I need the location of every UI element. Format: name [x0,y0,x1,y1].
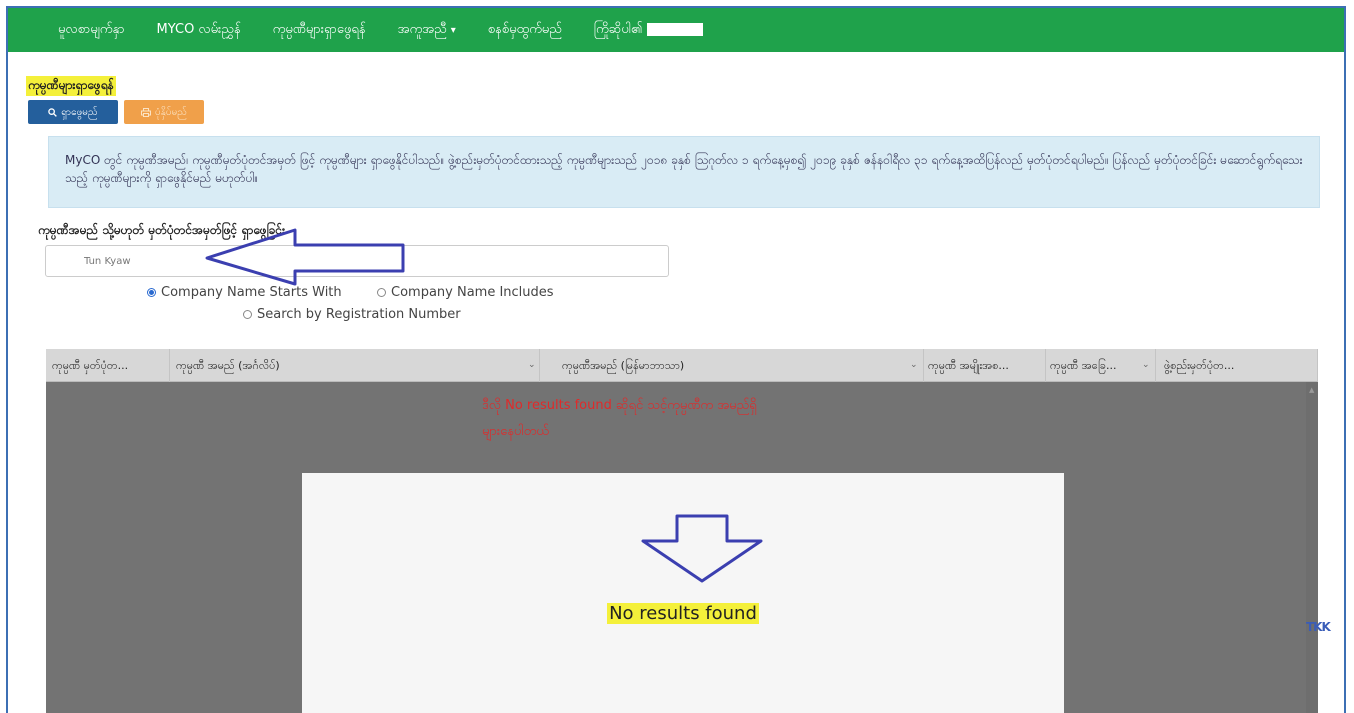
radio-option-starts-with[interactable]: Company Name Starts With [147,285,342,300]
side-watermark-text: TKK [1306,620,1331,634]
annotation-arrow-left-icon [205,228,405,286]
radio-label-registration-number: Search by Registration Number [257,307,461,322]
search-button[interactable]: ရှာဖွေမည် [28,100,118,124]
column-header-name-english[interactable]: ကုမ္ပဏီ အမည် (အင်္ဂလိပ်) [170,349,540,382]
nav-company-search[interactable]: ကုမ္ပဏီများရှာဖွေရန် [273,21,366,40]
annotation-line-2: များနေပါတယ် [482,424,549,439]
print-button-label: ပုံနှိပ်မည် [155,106,187,118]
scroll-up-icon[interactable]: ▲ [1309,386,1314,394]
annotation-line-1: ဒီလို No results found ဆိုရင် သင့်ကုမ္ပဏ… [482,398,757,413]
nav-help-label: အကူအညီ [397,21,447,37]
top-navbar: မူလစာမျက်နှာ MYCO လမ်းညွှန် ကုမ္ပဏီများရ… [8,8,1344,52]
radio-button[interactable] [243,310,252,319]
chevron-down-icon[interactable]: ⌄ [528,349,536,382]
info-alert: MyCO တွင် ကုမ္ပဏီအမည်၊ ကုမ္ပဏီမှတ်ပုံတင်… [48,136,1320,208]
search-icon [48,107,58,117]
nav-welcome-label: ကြိုဆိုပါ၏ [593,21,643,37]
chevron-down-icon[interactable]: ⌄ [910,349,918,382]
column-header-company-status[interactable]: ကုမ္ပဏီ အခြေ... [1046,349,1156,382]
nav-welcome[interactable]: ကြိုဆိုပါ၏ [594,21,703,40]
search-button-label: ရှာဖွေမည် [61,106,98,118]
nav-home[interactable]: မူလစာမျက်နှာ [58,21,125,40]
radio-label-includes: Company Name Includes [391,285,554,300]
nav-help[interactable]: အကူအညီ ▾ [398,21,456,40]
radio-button[interactable] [377,288,386,297]
radio-label-starts-with: Company Name Starts With [161,285,342,300]
no-results-message: No results found [302,603,1064,624]
info-text: MyCO တွင် ကုမ္ပဏီအမည်၊ ကုမ္ပဏီမှတ်ပုံတင်… [65,153,1303,185]
radio-option-registration-number[interactable]: Search by Registration Number [243,307,461,322]
page-title: ကုမ္ပဏီများရှာဖွေရန် [26,76,116,96]
radio-button-checked[interactable] [147,288,156,297]
no-results-dialog: No results found [302,473,1064,713]
annotation-arrow-down-icon [641,514,763,583]
printer-icon [141,107,152,117]
grid-header: ကုမ္ပဏီ မှတ်ပုံတ... ကုမ္ပဏီ အမည် (အင်္ဂလ… [46,349,1318,382]
chevron-down-icon[interactable]: ⌄ [1142,349,1150,382]
column-header-company-type[interactable]: ကုမ္ပဏီ အမျိုးအစ... [924,349,1046,382]
nav-logout[interactable]: စနစ်မှထွက်မည် [488,21,562,40]
grid-scrollbar[interactable]: ▲ [1306,382,1318,713]
annotation-note: ဒီလို No results found ဆိုရင် သင့်ကုမ္ပဏ… [482,393,902,445]
no-results-text: No results found [607,603,759,624]
column-header-registration-number[interactable]: ကုမ္ပဏီ မှတ်ပုံတ... [46,349,170,382]
redacted-username [646,22,703,36]
radio-option-includes[interactable]: Company Name Includes [377,285,554,300]
column-header-incorporation[interactable]: ဖွဲ့စည်းမှတ်ပုံတ... [1156,349,1318,382]
nav-guide[interactable]: MYCO လမ်းညွှန် [157,21,241,40]
browser-frame: မူလစာမျက်နှာ MYCO လမ်းညွှန် ကုမ္ပဏီများရ… [6,6,1346,713]
chevron-down-icon: ▾ [450,24,456,36]
print-button[interactable]: ပုံနှိပ်မည် [124,100,204,124]
column-header-name-myanmar[interactable]: ကုမ္ပဏီအမည် (မြန်မာဘာသာ) [540,349,924,382]
